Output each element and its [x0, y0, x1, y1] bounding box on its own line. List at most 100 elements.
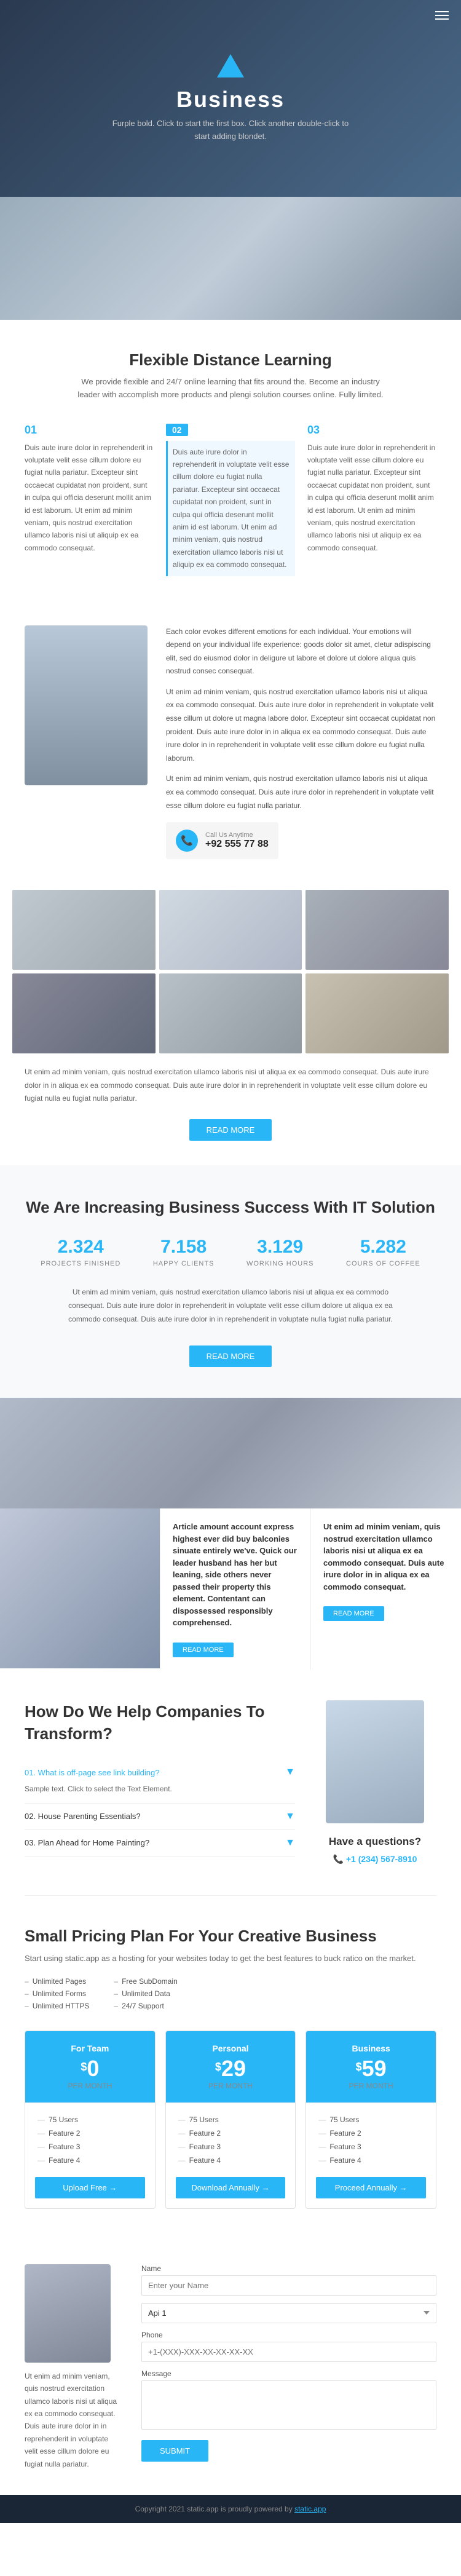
hero-subtitle: Furple bold. Click to start the first bo…	[108, 117, 353, 143]
plan-personal-period: PER MONTH	[178, 2082, 283, 2090]
hamburger-menu[interactable]	[435, 9, 449, 22]
faq-right: Have a questions? 📞 +1 (234) 567-8910	[313, 1700, 436, 1865]
plan-business-price: $59	[318, 2056, 424, 2082]
gallery-item-6	[305, 973, 449, 1053]
gallery-item-2	[159, 890, 302, 970]
faq-arrow-2: ▼	[285, 1811, 295, 1822]
plan-personal: Personal $29 PER MONTH 75 Users Feature …	[165, 2031, 296, 2209]
flexible-col-1: 01 Duis aute irure dolor in reprehenderi…	[25, 424, 154, 576]
team-feat-1: 75 Users	[37, 2113, 143, 2126]
submit-button[interactable]: SUBMIT	[141, 2440, 208, 2462]
hero-section: Business Furple bold. Click to start the…	[0, 0, 461, 197]
call-label: Call Us Anytime	[205, 831, 269, 839]
faq-arrow-3: ▼	[285, 1837, 295, 1849]
stat-coffee: 5.282 COURS OF COFFEE	[346, 1237, 420, 1267]
about-person-image	[25, 625, 148, 785]
plan-business-name: Business	[318, 2043, 424, 2053]
business-feat-1: 75 Users	[318, 2113, 424, 2126]
phone-icon: 📞	[176, 830, 198, 852]
flexible-title: Flexible Distance Learning	[25, 351, 436, 370]
phone-input[interactable]	[141, 2342, 436, 2362]
feature-3: Unlimited HTTPS	[25, 2000, 89, 2012]
plan-team-price: $0	[37, 2056, 143, 2082]
about-section: Each color evokes different emotions for…	[0, 607, 461, 890]
contact-person: Ut enim ad minim veniam, quis nostrud ex…	[25, 2264, 123, 2470]
call-us-box[interactable]: 📞 Call Us Anytime +92 555 77 88	[166, 822, 278, 859]
footer-text: Copyright 2021 static.app is proudly pow…	[135, 2505, 293, 2513]
feature-5: Unlimited Data	[114, 1987, 177, 2000]
stat-hours-number: 3.129	[246, 1237, 314, 1258]
contact-person-text: Ut enim ad minim veniam, quis nostrud ex…	[25, 2370, 123, 2470]
footer-link[interactable]: static.app	[294, 2505, 326, 2513]
blog-post1-read-more[interactable]: READ MORE	[173, 1643, 234, 1657]
plan-business-features: 75 Users Feature 2 Feature 3 Feature 4	[306, 2102, 436, 2177]
message-group: Message	[141, 2369, 436, 2433]
api-group: Api 1	[141, 2303, 436, 2323]
pricing-features: Unlimited Pages Unlimited Forms Unlimite…	[25, 1975, 436, 2012]
stats-section: We Are Increasing Business Success With …	[0, 1165, 461, 1398]
faq-item-1: 01. What is off-page see link building? …	[25, 1759, 295, 1803]
pricing-title: Small Pricing Plan For Your Creative Bus…	[25, 1927, 436, 1946]
plan-business-button[interactable]: Proceed Annually →	[316, 2177, 426, 2198]
hero-content: Business Furple bold. Click to start the…	[108, 54, 353, 143]
feature-2: Unlimited Forms	[25, 1987, 89, 2000]
phone-label: Phone	[141, 2331, 436, 2339]
about-para1: Each color evokes different emotions for…	[166, 625, 436, 678]
flexible-cols: 01 Duis aute irure dolor in reprehenderi…	[25, 424, 436, 576]
plan-personal-features: 75 Users Feature 2 Feature 3 Feature 4	[166, 2102, 296, 2177]
pricing-features-right: Free SubDomain Unlimited Data 24/7 Suppo…	[114, 1975, 177, 2012]
plan-team-period: PER MONTH	[37, 2082, 143, 2090]
faq-question-1[interactable]: 01. What is off-page see link building? …	[25, 1767, 295, 1778]
message-label: Message	[141, 2369, 436, 2378]
gallery-caption-text: Ut enim ad minim veniam, quis nostrud ex…	[25, 1066, 436, 1106]
phone-group: Phone	[141, 2331, 436, 2362]
name-input[interactable]	[141, 2275, 436, 2296]
faq-question-3[interactable]: 03. Plan Ahead for Home Painting? ▼	[25, 1837, 295, 1849]
flexible-col-3: 03 Duis aute irure dolor in reprehenderi…	[307, 424, 436, 576]
business-feat-3: Feature 3	[318, 2140, 424, 2154]
blog-post2-read-more[interactable]: READ MORE	[323, 1606, 384, 1621]
hero-building-image	[0, 197, 461, 320]
gallery-grid	[0, 890, 461, 1053]
message-textarea[interactable]	[141, 2380, 436, 2430]
plan-personal-button[interactable]: Download Annually →	[176, 2177, 286, 2198]
stats-title: We Are Increasing Business Success With …	[25, 1196, 436, 1218]
personal-feat-1: 75 Users	[178, 2113, 283, 2126]
blog-section: Article amount account express highest e…	[0, 1508, 461, 1670]
plan-team-button[interactable]: Upload Free →	[35, 2177, 145, 2198]
faq-phone[interactable]: 📞 +1 (234) 567-8910	[313, 1854, 436, 1865]
plan-business-header: Business $59 PER MONTH	[306, 2031, 436, 2102]
col-num-3: 03	[307, 424, 436, 437]
faq-arrow-1: ▼	[285, 1767, 295, 1778]
have-questions-label: Have a questions?	[313, 1836, 436, 1848]
plan-business-period: PER MONTH	[318, 2082, 424, 2090]
col-text-2: Duis aute irure dolor in reprehenderit i…	[173, 446, 290, 571]
gallery-read-more-button[interactable]: READ MORE	[189, 1119, 272, 1141]
gallery-caption-section: Ut enim ad minim veniam, quis nostrud ex…	[0, 1053, 461, 1165]
col-num-2: 02	[166, 424, 295, 436]
faq-question-2[interactable]: 02. House Parenting Essentials? ▼	[25, 1811, 295, 1822]
about-para3: Ut enim ad minim veniam, quis nostrud ex…	[166, 772, 436, 812]
stats-read-more-button[interactable]: READ MORE	[189, 1345, 272, 1367]
gallery-item-1	[12, 890, 156, 970]
feature-6: 24/7 Support	[114, 2000, 177, 2012]
blog-main-image	[0, 1508, 160, 1668]
contact-section: Ut enim ad minim veniam, quis nostrud ex…	[0, 2240, 461, 2495]
stat-coffee-label: COURS OF COFFEE	[346, 1260, 420, 1267]
plan-team: For Team $0 PER MONTH 75 Users Feature 2…	[25, 2031, 156, 2209]
team-feat-2: Feature 2	[37, 2126, 143, 2140]
api-select[interactable]: Api 1	[141, 2303, 436, 2323]
feature-4: Free SubDomain	[114, 1975, 177, 1987]
plan-team-features: 75 Users Feature 2 Feature 3 Feature 4	[25, 2102, 155, 2177]
stat-clients-label: HAPPY CLIENTS	[153, 1260, 215, 1267]
blog-posts-container: Article amount account express highest e…	[160, 1508, 461, 1670]
business-feat-2: Feature 2	[318, 2126, 424, 2140]
plan-personal-price: $29	[178, 2056, 283, 2082]
plan-team-name: For Team	[37, 2043, 143, 2053]
footer: Copyright 2021 static.app is proudly pow…	[0, 2495, 461, 2523]
name-label: Name	[141, 2264, 436, 2273]
name-group: Name	[141, 2264, 436, 2296]
gallery-item-4	[12, 973, 156, 1053]
plan-personal-header: Personal $29 PER MONTH	[166, 2031, 296, 2102]
hero-brand: Business	[108, 87, 353, 113]
